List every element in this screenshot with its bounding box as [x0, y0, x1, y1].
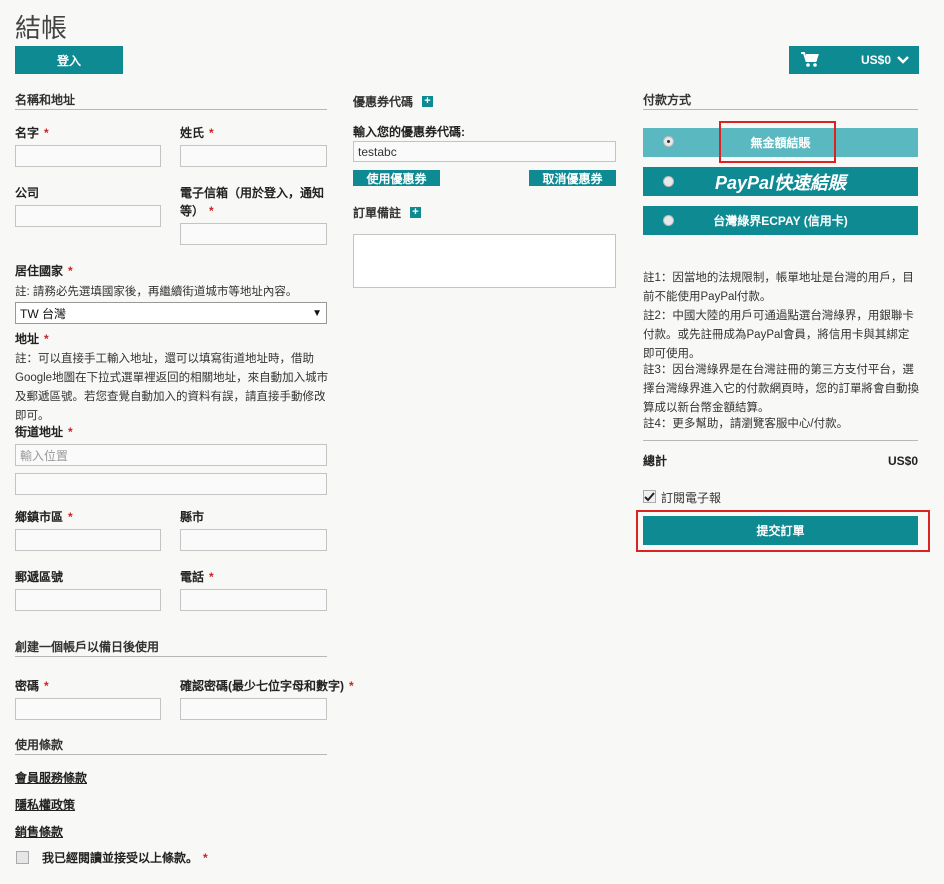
- divider: [643, 109, 918, 110]
- last-name-label: 姓氏 *: [180, 126, 214, 140]
- radio-button[interactable]: [663, 215, 674, 226]
- divider: [15, 109, 327, 110]
- address-label: 地址 *: [15, 332, 49, 346]
- street-input[interactable]: 輸入位置: [15, 444, 327, 466]
- street-placeholder: 輸入位置: [20, 448, 69, 463]
- country-label: 居住國家 *: [15, 264, 73, 278]
- first-name-label: 名字 *: [15, 126, 49, 140]
- last-name-input[interactable]: [180, 145, 327, 167]
- city-input[interactable]: [180, 529, 327, 551]
- cancel-coupon-button[interactable]: 取消優惠券: [529, 170, 616, 186]
- payment-option-paypal[interactable]: PayPal快速結賬: [643, 167, 918, 196]
- login-button[interactable]: 登入: [15, 46, 123, 74]
- postcode-label: 郵遞區號: [15, 570, 64, 584]
- total-value: US$0: [887, 454, 918, 468]
- cart-amount: US$0: [860, 53, 891, 67]
- country-select[interactable]: TW 台灣 ▼: [15, 302, 327, 324]
- cart-icon: [801, 52, 819, 67]
- cart-button[interactable]: US$0: [789, 46, 919, 74]
- sales-terms-link[interactable]: 銷售條款: [15, 823, 63, 840]
- newsletter-label: 訂閱電子報: [661, 491, 722, 505]
- highlight-box: [719, 121, 836, 163]
- district-label: 鄉鎮市區 *: [15, 510, 73, 524]
- expand-plus-icon[interactable]: +: [410, 207, 422, 218]
- terms-checkbox[interactable]: [16, 851, 29, 864]
- street-label: 街道地址 *: [15, 425, 73, 439]
- postcode-input[interactable]: [15, 589, 161, 611]
- checkmark-icon: [644, 491, 655, 501]
- coupon-input[interactable]: testabc: [353, 141, 616, 162]
- radio-button-selected[interactable]: [663, 136, 674, 147]
- coupon-input-label: 輸入您的優惠券代碼:: [353, 125, 465, 139]
- coupon-section-title: 優惠券代碼 +: [353, 93, 434, 110]
- terms-section-title: 使用條款: [15, 738, 64, 752]
- dropdown-arrow-icon: ▼: [312, 307, 322, 319]
- payment-option-ecpay[interactable]: 台灣綠界ECPAY (信用卡): [643, 206, 918, 235]
- confirm-password-input[interactable]: [180, 698, 327, 720]
- password-label: 密碼 *: [15, 679, 49, 693]
- payment-note-2: 註2：中國大陸的用戶可通過點選台灣綠界，用銀聯卡付款。或先註冊成為PayPal會…: [643, 310, 914, 360]
- email-label: 電子信箱（用於登入，通知等） *: [180, 186, 325, 218]
- city-label: 縣市: [180, 510, 205, 524]
- privacy-policy-link[interactable]: 隱私權政策: [15, 796, 75, 813]
- page-title: 結帳: [15, 13, 68, 43]
- payment-note-4: 註4：更多幫助，請瀏覽客服中心/付款。: [643, 418, 849, 430]
- company-label: 公司: [15, 186, 40, 200]
- divider: [15, 754, 327, 755]
- newsletter-checkbox[interactable]: [643, 490, 656, 503]
- first-name-input[interactable]: [15, 145, 161, 167]
- order-notes-textarea[interactable]: [353, 234, 616, 288]
- expand-plus-icon[interactable]: +: [422, 96, 434, 107]
- account-section-title: 創建一個帳戶以備日後使用: [15, 640, 160, 654]
- country-value: TW 台灣: [20, 306, 66, 321]
- radio-button[interactable]: [663, 176, 674, 187]
- apply-coupon-button[interactable]: 使用優惠券: [353, 170, 440, 186]
- payment-note-1: 註1：因當地的法規限制，帳單地址是台灣的用戶，目前不能使用PayPal付款。: [643, 272, 914, 303]
- member-terms-link[interactable]: 會員服務條款: [15, 769, 87, 786]
- password-input[interactable]: [15, 698, 161, 720]
- email-input[interactable]: [180, 223, 327, 245]
- company-input[interactable]: [15, 205, 161, 227]
- order-notes-title: 訂單備註 +: [353, 204, 422, 221]
- divider: [15, 656, 327, 657]
- total-label: 總計: [643, 454, 668, 468]
- district-input[interactable]: [15, 529, 161, 551]
- country-note: 註: 請務必先選填國家後，再繼續街道城市等地址內容。: [15, 286, 298, 298]
- chevron-down-icon: [897, 56, 909, 64]
- payment-option-label: 台灣綠界ECPAY (信用卡): [713, 214, 848, 228]
- terms-agree-label: 我已經閱讀並接受以上條款。 *: [42, 851, 208, 865]
- phone-input[interactable]: [180, 589, 327, 611]
- payment-section-title: 付款方式: [643, 93, 692, 107]
- divider: [643, 440, 918, 441]
- confirm-password-label: 確認密碼(最少七位字母和數字) *: [180, 679, 354, 693]
- submit-order-button[interactable]: 提交訂單: [643, 516, 918, 545]
- payment-note-3: 註3：因台灣綠界是在台灣註冊的第三方支付平台，選擇台灣綠界進入它的付款網頁時，您…: [643, 364, 919, 414]
- coupon-value: testabc: [358, 144, 397, 159]
- payment-option-label: PayPal快速結賬: [714, 172, 847, 193]
- address-section-title: 名稱和地址: [15, 93, 76, 107]
- phone-label: 電話 *: [180, 570, 214, 584]
- street-input-2[interactable]: [15, 473, 327, 495]
- address-note: 註：可以直接手工輸入地址，還可以填寫街道地址時，借助Google地圖在下拉式選單…: [15, 353, 329, 422]
